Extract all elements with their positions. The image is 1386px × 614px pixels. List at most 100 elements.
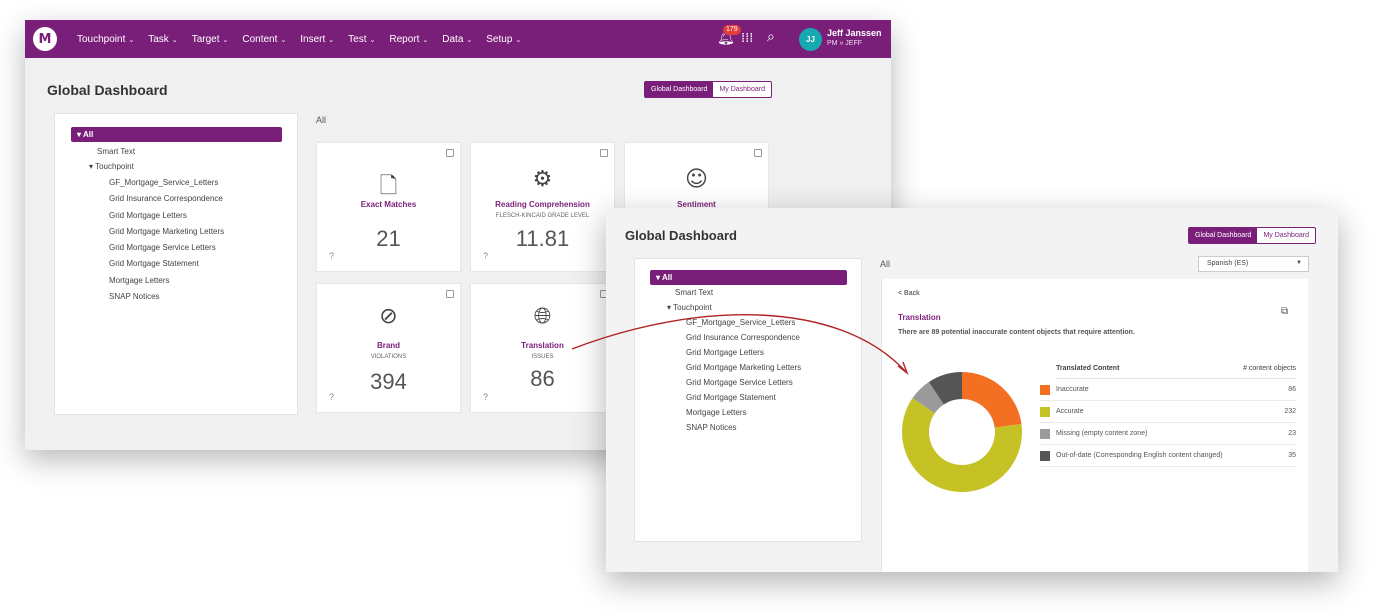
tree-item[interactable]: Grid Mortgage Statement <box>686 393 776 402</box>
notification-badge: 179 <box>723 25 741 35</box>
checkbox[interactable] <box>754 149 762 157</box>
card-subtitle: ISSUES <box>531 354 554 360</box>
chevron-down-icon: ⌄ <box>422 36 429 44</box>
logo[interactable]: M <box>33 27 57 51</box>
menu-label: Report <box>389 33 420 45</box>
language-select[interactable]: Spanish (ES) ▼ <box>1198 256 1309 272</box>
apps-grid-icon[interactable]: ⁞⁞⁞ <box>741 31 753 46</box>
card-value: 21 <box>376 226 401 251</box>
global-dashboard-button[interactable]: Global Dashboard <box>645 82 714 97</box>
tree-item-all[interactable]: ▾ All <box>71 127 282 142</box>
legend-row: Inaccurate 86 <box>1040 379 1296 401</box>
tree-item[interactable]: GF_Mortgage_Service_Letters <box>686 318 795 327</box>
menu-label: Target <box>191 33 220 45</box>
translation-donut-chart <box>902 372 1022 492</box>
tree-item[interactable]: Grid Mortgage Letters <box>686 348 764 357</box>
back-link[interactable]: < Back <box>898 290 920 297</box>
search-icon[interactable]: ⌕ <box>767 29 775 45</box>
card-title: Exact Matches <box>360 200 417 209</box>
tree-item[interactable]: Grid Mortgage Service Letters <box>109 243 216 252</box>
legend-swatch <box>1040 451 1050 461</box>
card-subtitle: FLESCH-KINCAID GRADE LEVEL <box>495 213 590 219</box>
help-icon[interactable]: ? <box>483 251 488 261</box>
card-subtitle: VIOLATIONS <box>370 354 407 360</box>
card-exact-matches[interactable]: 🗋 Exact Matches 21 ? <box>316 142 461 272</box>
smiley-message-icon: ☺ <box>685 167 708 192</box>
tree-item[interactable]: GF_Mortgage_Service_Letters <box>109 178 218 187</box>
checkbox[interactable] <box>600 149 608 157</box>
tree-item[interactable]: SNAP Notices <box>109 292 160 301</box>
page-title: Global Dashboard <box>625 228 737 243</box>
tree-item[interactable]: Grid Mortgage Service Letters <box>686 378 793 387</box>
tree-all-label: All <box>82 130 94 139</box>
help-icon[interactable]: ? <box>329 392 334 402</box>
menu-test[interactable]: Test ⌄ <box>348 34 375 45</box>
tree-item[interactable]: Grid Mortgage Marketing Letters <box>686 363 801 372</box>
legend-label: Accurate <box>1056 408 1084 415</box>
tree-item-touchpoint[interactable]: ▾ Touchpoint <box>667 303 712 312</box>
chevron-down-icon: ⌄ <box>369 36 376 44</box>
menu-content[interactable]: Content ⌄ <box>242 34 286 45</box>
menu-label: Task <box>148 33 169 45</box>
copy-icon[interactable]: ⧉ <box>1281 306 1288 317</box>
checkbox[interactable] <box>446 290 454 298</box>
card-translation[interactable]: 🌐︎ Translation ISSUES 86 ? <box>470 283 615 413</box>
card-brand[interactable]: ⊘ Brand VIOLATIONS 394 ? <box>316 283 461 413</box>
tree-item[interactable]: Grid Mortgage Statement <box>109 259 199 268</box>
menu-insert[interactable]: Insert ⌄ <box>300 34 334 45</box>
my-dashboard-button[interactable]: My Dashboard <box>713 82 771 97</box>
tree-item-smart-text[interactable]: Smart Text <box>675 288 713 297</box>
detail-title: Translation <box>898 313 941 322</box>
tree-item-smart-text[interactable]: Smart Text <box>97 147 135 156</box>
global-dashboard-button[interactable]: Global Dashboard <box>1189 228 1258 243</box>
menu-data[interactable]: Data ⌄ <box>442 34 472 45</box>
tree-item[interactable]: Grid Insurance Correspondence <box>686 333 800 342</box>
translation-detail-panel: < Back ⧉ Translation There are 89 potent… <box>881 279 1308 572</box>
prohibited-icon: ⊘ <box>379 304 398 329</box>
help-icon[interactable]: ? <box>483 392 488 402</box>
legend-label: Inaccurate <box>1056 386 1089 393</box>
menu-label: Content <box>242 33 278 45</box>
content-tree-panel: ▾ All Smart Text ▾ Touchpoint GF_Mortgag… <box>634 258 862 542</box>
tree-touchpoint-label: Touchpoint <box>95 162 134 171</box>
chevron-down-icon: ▼ <box>1296 260 1302 266</box>
legend-header-label: Translated Content <box>1056 365 1120 372</box>
menu-label: Test <box>348 33 367 45</box>
legend-value: 232 <box>1284 408 1296 415</box>
legend-label: Missing (empty content zone) <box>1056 430 1148 437</box>
tree-item[interactable]: Grid Mortgage Marketing Letters <box>109 227 224 236</box>
top-navigation: M Touchpoint ⌄ Task ⌄ Target ⌄ Content ⌄ Ins… <box>25 20 891 58</box>
menu-target[interactable]: Target ⌄ <box>192 34 229 45</box>
dashboard-toggle: Global Dashboard My Dashboard <box>644 81 772 98</box>
checkbox[interactable] <box>446 149 454 157</box>
main-menu: Touchpoint ⌄ Task ⌄ Target ⌄ Content ⌄ Inser… <box>77 20 535 58</box>
my-dashboard-button[interactable]: My Dashboard <box>1257 228 1315 243</box>
user-name[interactable]: Jeff Janssen <box>827 28 882 38</box>
menu-task[interactable]: Task ⌄ <box>148 34 177 45</box>
tree-item-touchpoint[interactable]: ▾ Touchpoint <box>89 162 134 171</box>
tree-item[interactable]: Mortgage Letters <box>109 276 169 285</box>
menu-label: Insert <box>300 33 326 45</box>
donut-slice-inaccurate[interactable] <box>962 372 1022 428</box>
menu-setup[interactable]: Setup ⌄ <box>486 34 521 45</box>
card-title: Brand <box>376 341 401 350</box>
menu-label: Touchpoint <box>77 33 126 45</box>
tree-all-label: All <box>661 273 673 282</box>
tree-item-all[interactable]: ▾ All <box>650 270 847 285</box>
filter-label: All <box>880 259 891 269</box>
card-reading-comprehension[interactable]: ⚙ Reading Comprehension FLESCH-KINCAID G… <box>470 142 615 272</box>
legend-header: Translated Content # content objects <box>1056 365 1296 379</box>
menu-touchpoint[interactable]: Touchpoint ⌄ <box>77 34 134 45</box>
avatar[interactable]: JJ <box>799 28 822 51</box>
legend-swatch <box>1040 429 1050 439</box>
chevron-down-icon: ⌄ <box>222 36 229 44</box>
menu-report[interactable]: Report ⌄ <box>389 34 428 45</box>
brain-icon: ⚙ <box>532 167 553 192</box>
help-icon[interactable]: ? <box>329 251 334 261</box>
tree-item[interactable]: SNAP Notices <box>686 423 737 432</box>
page-title: Global Dashboard <box>47 82 168 98</box>
tree-item[interactable]: Grid Insurance Correspondence <box>109 194 223 203</box>
tree-item[interactable]: Mortgage Letters <box>686 408 746 417</box>
tree-item[interactable]: Grid Mortgage Letters <box>109 211 187 220</box>
detail-description: There are 89 potential inaccurate conten… <box>898 329 1135 336</box>
